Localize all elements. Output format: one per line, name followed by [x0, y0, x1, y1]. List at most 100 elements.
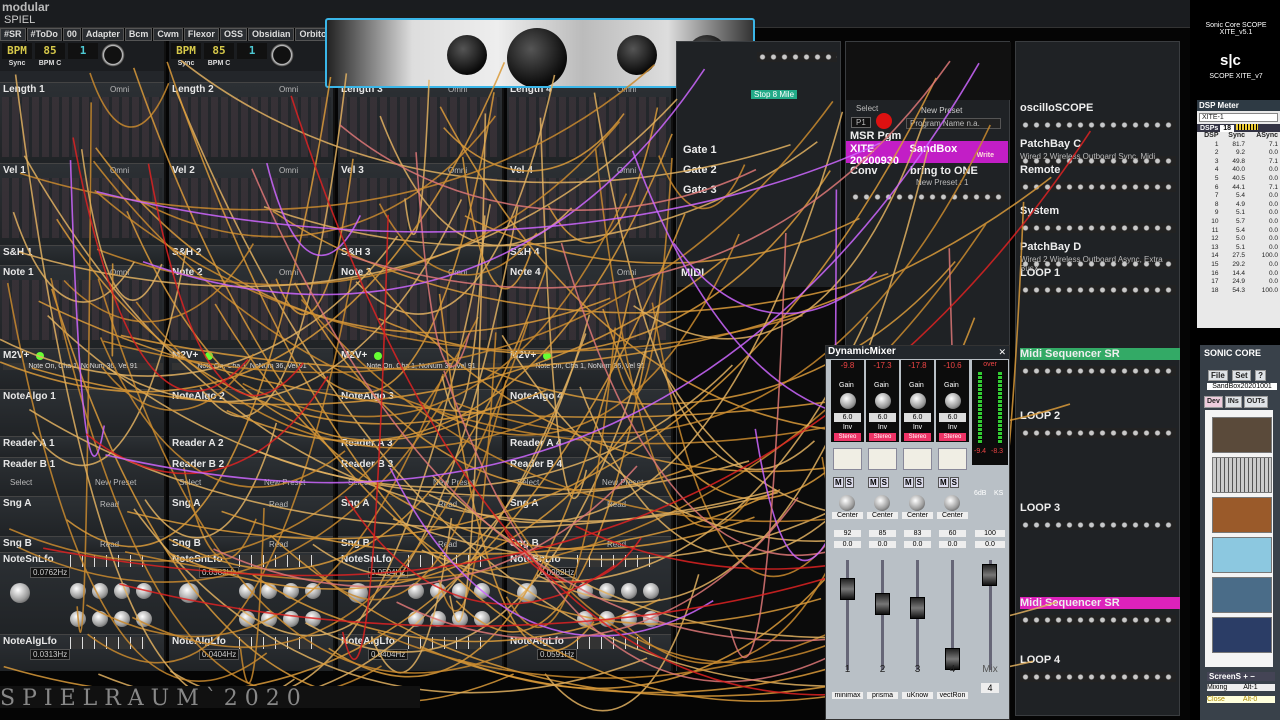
tab-todo[interactable]: #ToDo: [26, 28, 62, 41]
device-select[interactable]: XITE-1: [1199, 113, 1278, 122]
mod-knob[interactable]: [70, 583, 86, 599]
mod-knob[interactable]: [599, 583, 615, 599]
mod-knob[interactable]: [599, 611, 615, 627]
set-menu[interactable]: Set: [1232, 370, 1251, 381]
mod-knob[interactable]: [408, 583, 424, 599]
tab-dev[interactable]: Dev: [1204, 396, 1223, 408]
channel-name[interactable]: uKnow: [902, 692, 933, 699]
tab-obsidian[interactable]: Obsidian: [247, 28, 295, 41]
mod-knob[interactable]: [452, 583, 468, 599]
insert-slot[interactable]: [938, 448, 967, 470]
thumbnail[interactable]: [1212, 537, 1272, 573]
invert-toggle[interactable]: Inv: [904, 423, 931, 432]
channel-name[interactable]: minimax: [832, 692, 863, 699]
channel-count[interactable]: 4: [981, 683, 999, 693]
stereo-button[interactable]: Stereo: [939, 433, 966, 441]
jack-row[interactable]: [1020, 520, 1176, 530]
mod-knob[interactable]: [643, 611, 659, 627]
mod-knob[interactable]: [452, 611, 468, 627]
thumbnail[interactable]: [1212, 617, 1272, 653]
jack-row[interactable]: [1020, 428, 1176, 438]
waveform-selector[interactable]: [577, 637, 652, 649]
volume-value[interactable]: 60: [939, 530, 966, 537]
program-knob[interactable]: [876, 113, 892, 129]
select-label[interactable]: Select: [856, 104, 878, 113]
thumbnail[interactable]: [1212, 497, 1272, 533]
lfo-rate[interactable]: 0.0383Hz: [199, 567, 240, 578]
tab-bcm[interactable]: Bcm: [124, 28, 153, 41]
lfo-rate[interactable]: 0.0404Hz: [368, 649, 409, 660]
thumbnail[interactable]: [1212, 577, 1272, 613]
step-grid[interactable]: [2, 97, 162, 157]
mod-knob[interactable]: [430, 583, 446, 599]
mod-knob[interactable]: [474, 611, 490, 627]
pan-knob[interactable]: [944, 495, 960, 511]
mod-knob[interactable]: [474, 583, 490, 599]
help-menu[interactable]: ?: [1255, 370, 1267, 381]
tab-sr[interactable]: #SR: [0, 28, 26, 41]
db-value[interactable]: 0.0: [869, 541, 896, 548]
pan-knob[interactable]: [909, 495, 925, 511]
mod-knob[interactable]: [114, 583, 130, 599]
tab-cwm[interactable]: Cwm: [153, 28, 183, 41]
step-grid[interactable]: [340, 97, 500, 157]
tab-00[interactable]: 00: [62, 28, 81, 41]
mute-button[interactable]: M: [833, 477, 844, 488]
mod-knob[interactable]: [239, 611, 255, 627]
channel-fader[interactable]: [840, 577, 855, 600]
tempo-knob[interactable]: [270, 43, 294, 67]
step-grid[interactable]: [340, 178, 500, 238]
step-grid[interactable]: [2, 280, 162, 340]
step-grid[interactable]: [509, 97, 669, 157]
mod-knob[interactable]: [621, 611, 637, 627]
channel-name[interactable]: prisma: [867, 692, 898, 699]
mod-knob[interactable]: [430, 611, 446, 627]
gain-value[interactable]: 6.0: [834, 413, 861, 422]
pan-knob[interactable]: [839, 495, 855, 511]
tab-oss[interactable]: OSS: [219, 28, 247, 41]
channel-fader[interactable]: [875, 593, 890, 615]
desktop-shortcut-scope-v5[interactable]: Sonic Core SCOPE XITE_v5.1: [1198, 22, 1274, 36]
step-grid[interactable]: [509, 280, 669, 340]
in-led-icon[interactable]: [374, 352, 382, 360]
project-name-field[interactable]: SandBox20201001: [1207, 383, 1277, 390]
jack-row[interactable]: [1020, 120, 1176, 130]
invert-toggle[interactable]: Inv: [834, 423, 861, 432]
solo-button[interactable]: S: [914, 477, 925, 488]
channel-fader[interactable]: [910, 597, 925, 620]
mod-knob[interactable]: [239, 583, 255, 599]
rate-knob[interactable]: [179, 583, 199, 603]
thumbnail[interactable]: [1212, 417, 1272, 453]
waveform-selector[interactable]: [70, 637, 145, 649]
gain-knob[interactable]: [910, 393, 926, 409]
waveform-selector[interactable]: [70, 555, 145, 567]
write-button[interactable]: Write: [977, 152, 994, 159]
mod-knob[interactable]: [283, 611, 299, 627]
tempo-knob[interactable]: [101, 43, 125, 67]
stereo-button[interactable]: Stereo: [869, 433, 896, 441]
program-name-field[interactable]: Program Name n.a.: [906, 118, 1001, 129]
jack-row[interactable]: [1020, 615, 1176, 625]
step-grid[interactable]: [509, 178, 669, 238]
rate-knob[interactable]: [517, 583, 537, 603]
solo-button[interactable]: S: [844, 477, 855, 488]
lfo-rate[interactable]: 0.0982Hz: [537, 567, 578, 578]
remove-screenset-button[interactable]: −: [1250, 672, 1255, 681]
file-menu[interactable]: File: [1208, 370, 1228, 381]
mod-knob[interactable]: [70, 611, 86, 627]
step-grid[interactable]: [2, 178, 162, 238]
tab-ins[interactable]: INs: [1224, 396, 1242, 408]
mute-button[interactable]: M: [903, 477, 914, 488]
step-grid[interactable]: [171, 97, 331, 157]
gain-knob[interactable]: [945, 393, 961, 409]
jack-grid[interactable]: [850, 192, 1005, 232]
step-grid[interactable]: [171, 178, 331, 238]
mute-button[interactable]: M: [938, 477, 949, 488]
mod-knob[interactable]: [305, 611, 321, 627]
mod-knob[interactable]: [577, 583, 593, 599]
invert-toggle[interactable]: Inv: [869, 423, 896, 432]
insert-slot[interactable]: [903, 448, 932, 470]
jack-row[interactable]: [1020, 366, 1176, 376]
desktop-shortcut-scope-v7[interactable]: SCOPE XITE_v7: [1198, 73, 1274, 80]
screenset-item[interactable]: Close Alt-0: [1207, 696, 1275, 703]
